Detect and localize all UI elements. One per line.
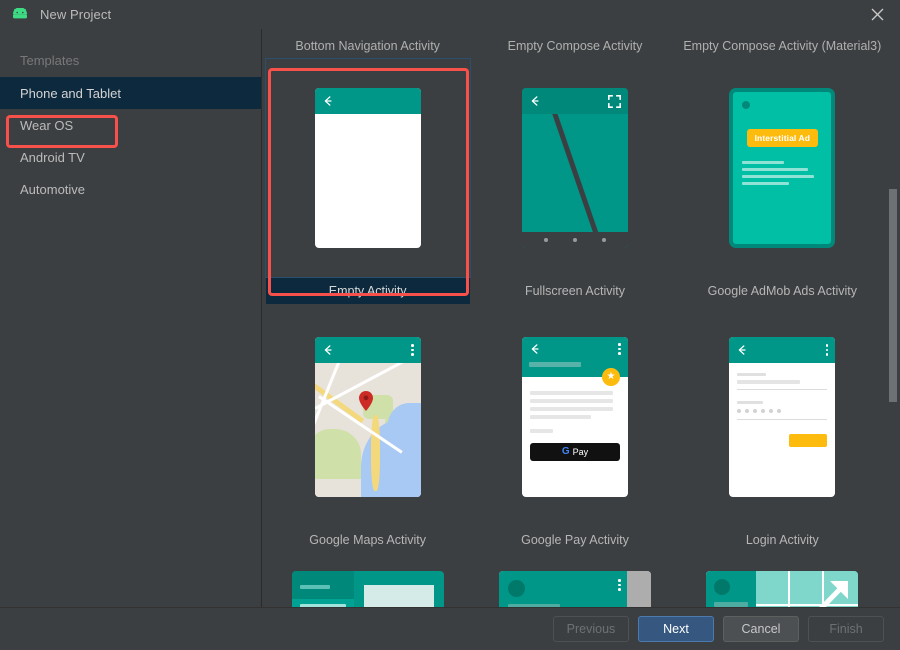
maps-activity-thumb bbox=[314, 337, 421, 497]
close-icon[interactable] bbox=[854, 0, 900, 29]
template-thumb-maps-activity[interactable] bbox=[266, 308, 470, 526]
template-thumb-admob-activity[interactable]: Interstitial Ad bbox=[680, 59, 884, 277]
new-project-dialog: New Project Templates Phone and Tablet W… bbox=[0, 0, 900, 650]
appbar-title-placeholder bbox=[528, 362, 581, 367]
overflow-menu-icon bbox=[411, 344, 414, 356]
finish-button[interactable]: Finish bbox=[808, 616, 884, 642]
sidebar-item-automotive[interactable]: Automotive bbox=[0, 173, 261, 205]
grid-cell bbox=[264, 553, 471, 607]
template-label-admob-activity[interactable]: Google AdMob Ads Activity bbox=[680, 277, 884, 304]
sidebar-item-label: Android TV bbox=[20, 149, 85, 165]
trend-arrow-icon bbox=[819, 581, 849, 607]
map-preview bbox=[314, 363, 421, 497]
row-title-bottom-navigation: Bottom Navigation Activity bbox=[295, 39, 440, 53]
template-label-fullscreen-activity[interactable]: Fullscreen Activity bbox=[473, 277, 677, 304]
grid-cell bbox=[471, 553, 678, 607]
window-title: New Project bbox=[40, 7, 112, 22]
navigation-drawer-detail-thumb[interactable] bbox=[291, 571, 444, 607]
login-activity-thumb bbox=[729, 337, 836, 497]
android-robot-icon bbox=[10, 6, 30, 22]
next-button[interactable]: Next bbox=[638, 616, 714, 642]
sidebar-item-wear-os[interactable]: Wear OS bbox=[0, 109, 261, 141]
dialog-footer: Previous Next Cancel Finish bbox=[0, 608, 900, 650]
template-label-maps-activity[interactable]: Google Maps Activity bbox=[266, 526, 470, 553]
grid-cell: Google Maps Activity bbox=[264, 304, 471, 553]
dialog-body: Templates Phone and Tablet Wear OS Andro… bbox=[0, 29, 900, 607]
template-thumb-fullscreen-activity[interactable] bbox=[473, 59, 677, 277]
templates-sidebar: Templates Phone and Tablet Wear OS Andro… bbox=[0, 29, 262, 607]
admob-activity-thumb: Interstitial Ad bbox=[729, 88, 836, 248]
back-arrow-icon bbox=[531, 344, 539, 354]
navigation-drawer-thumb[interactable] bbox=[498, 571, 651, 607]
template-label-empty-activity[interactable]: Empty Activity bbox=[265, 277, 470, 304]
status-dot-icon bbox=[742, 101, 751, 109]
sidebar-item-android-tv[interactable]: Android TV bbox=[0, 141, 261, 173]
bottom-nav-dots bbox=[521, 232, 628, 248]
login-form-preview bbox=[729, 363, 835, 447]
back-arrow-icon bbox=[324, 96, 332, 106]
google-pay-button[interactable]: G Pay bbox=[529, 443, 620, 461]
password-dots bbox=[737, 409, 827, 413]
back-arrow-icon bbox=[739, 345, 746, 355]
gpay-activity-thumb: ★ G Pay bbox=[521, 337, 628, 497]
placeholder-lines bbox=[742, 161, 822, 185]
grid-cell bbox=[679, 553, 886, 607]
template-thumb-gpay-activity[interactable]: ★ G Pay bbox=[473, 308, 677, 526]
gpay-button-label: Pay bbox=[572, 447, 589, 457]
sidebar-item-label: Phone and Tablet bbox=[20, 85, 121, 101]
responsive-master-detail-thumb[interactable] bbox=[706, 571, 859, 607]
sidebar-item-label: Wear OS bbox=[20, 117, 74, 133]
template-thumb-empty-activity[interactable] bbox=[264, 58, 471, 296]
template-label-login-activity[interactable]: Login Activity bbox=[680, 526, 884, 553]
grid-cell: Empty Compose Activity (Material3) Inter… bbox=[679, 29, 886, 304]
star-fab-icon: ★ bbox=[601, 368, 620, 386]
template-grid: Bottom Navigation Activity Empty Activit… bbox=[262, 29, 888, 607]
sidebar-item-label: Automotive bbox=[20, 181, 86, 197]
fullscreen-icon bbox=[607, 94, 621, 108]
previous-button[interactable]: Previous bbox=[553, 616, 629, 642]
interstitial-ad-chip: Interstitial Ad bbox=[746, 129, 819, 147]
sidebar-header: Templates bbox=[20, 53, 80, 68]
back-arrow-icon bbox=[531, 96, 539, 106]
cancel-button[interactable]: Cancel bbox=[723, 616, 799, 642]
fullscreen-activity-thumb bbox=[521, 88, 628, 248]
grid-cell: ★ G Pay Google Pay Activity bbox=[471, 304, 678, 553]
grid-cell: Login Activity bbox=[679, 304, 886, 553]
grid-cell: Empty Compose Activity Fullscreen Activi… bbox=[471, 29, 678, 304]
grid-cell: Bottom Navigation Activity Empty Activit… bbox=[264, 29, 471, 304]
google-g-icon: G bbox=[561, 446, 570, 457]
row-title-empty-compose-material3: Empty Compose Activity (Material3) bbox=[683, 39, 882, 53]
template-label-gpay-activity[interactable]: Google Pay Activity bbox=[473, 526, 677, 553]
vertical-scrollbar[interactable] bbox=[887, 29, 898, 607]
template-thumb-login-activity[interactable] bbox=[680, 308, 884, 526]
sidebar-item-phone-and-tablet[interactable]: Phone and Tablet bbox=[0, 77, 261, 109]
overflow-menu-icon bbox=[618, 579, 621, 591]
back-arrow-icon bbox=[324, 345, 332, 355]
empty-activity-thumb bbox=[314, 88, 421, 248]
scrollbar-thumb[interactable] bbox=[889, 189, 897, 402]
row-title-empty-compose: Empty Compose Activity bbox=[507, 39, 643, 53]
overflow-menu-icon bbox=[825, 344, 829, 356]
template-grid-pane[interactable]: Bottom Navigation Activity Empty Activit… bbox=[262, 29, 900, 607]
title-bar: New Project bbox=[0, 0, 900, 29]
login-submit-button-preview bbox=[789, 434, 828, 447]
overflow-menu-icon bbox=[618, 343, 621, 355]
map-pin-icon bbox=[358, 391, 373, 411]
